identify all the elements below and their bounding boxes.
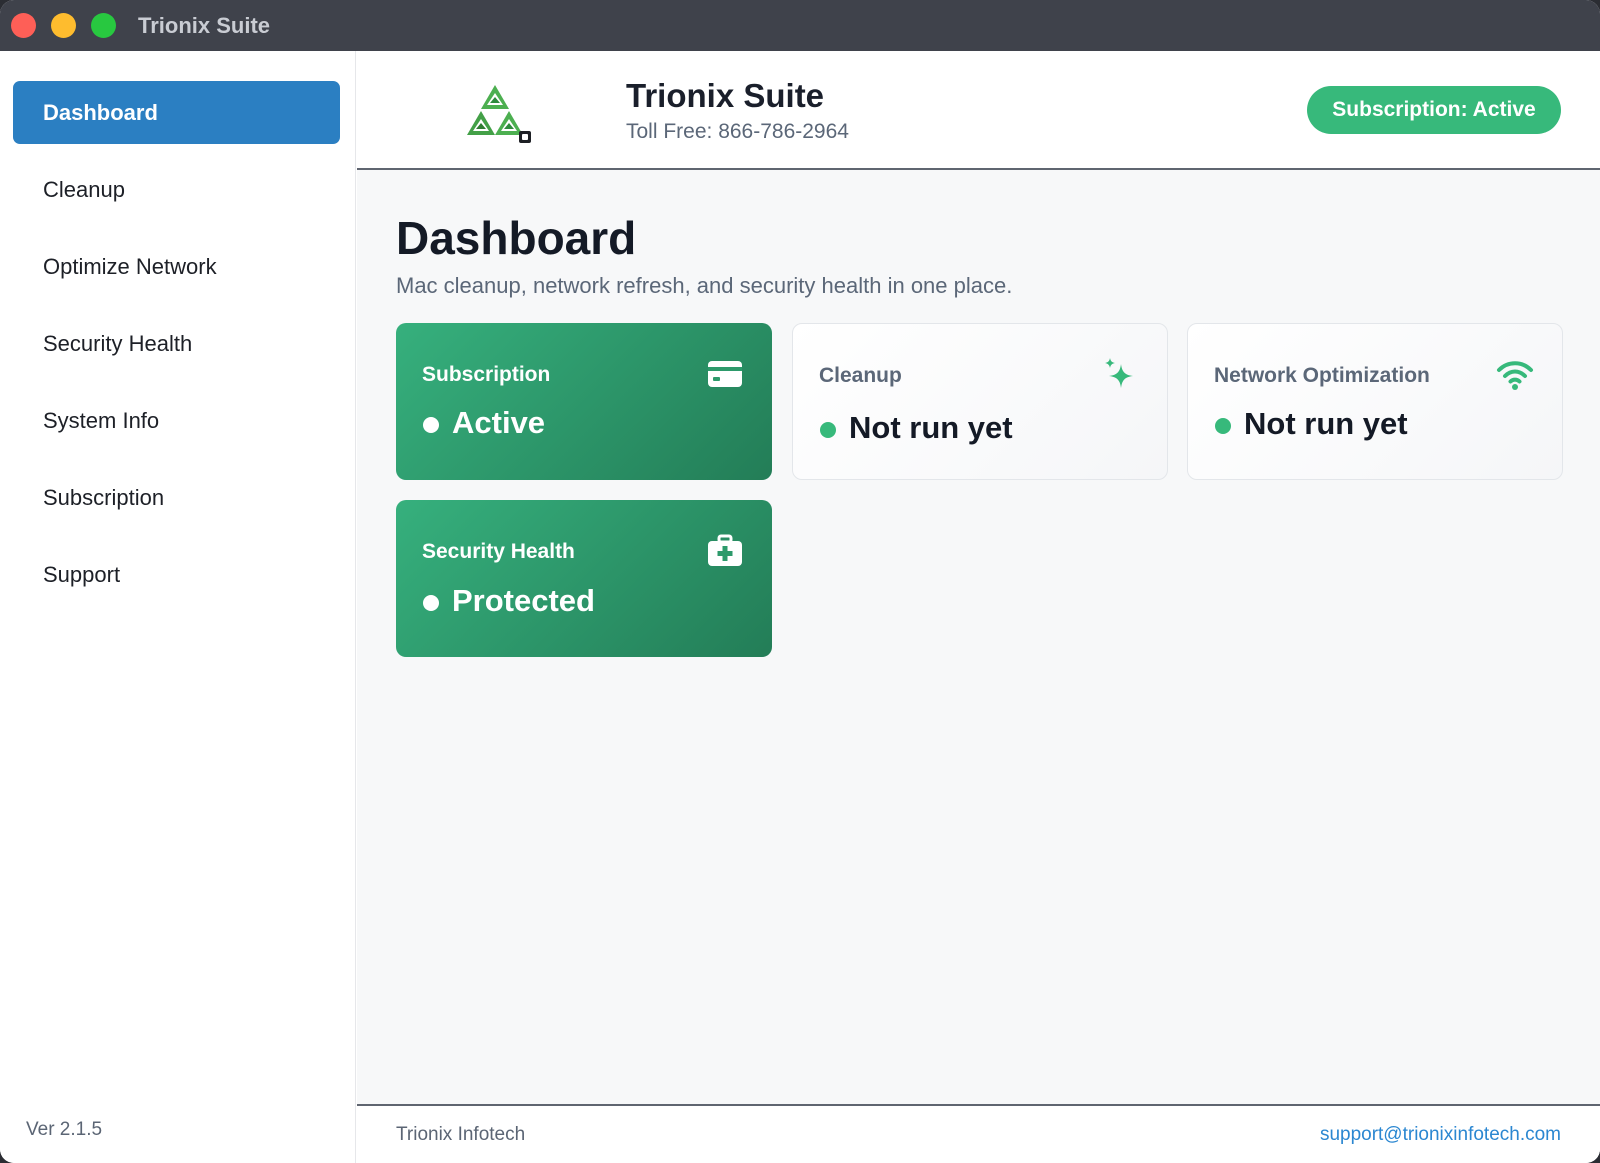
status-dot [1215,418,1231,434]
window-title: Trionix Suite [138,12,271,38]
card-title: Subscription [422,363,551,386]
card-status: Protected [452,583,595,618]
cleanup-card[interactable]: Cleanup Not run yet [792,323,1168,480]
sidebar-item-label: System Info [43,407,160,433]
page-title: Dashboard [396,212,637,264]
sidebar-item-support[interactable]: Support [13,543,340,606]
status-dot [423,595,439,611]
main-content: Trionix Suite Toll Free: 866-786-2964 Su… [357,51,1600,1163]
close-window-button[interactable] [11,13,36,38]
app-footer: Trionix Infotech support@trionixinfotech… [357,1104,1600,1163]
subscription-card[interactable]: Subscription Active [396,323,772,480]
card-title: Cleanup [819,364,902,387]
sidebar-item-security-health[interactable]: Security Health [13,312,340,375]
zoom-window-button[interactable] [91,13,116,38]
credit-card-icon [708,361,742,387]
page-subtitle: Mac cleanup, network refresh, and securi… [396,273,1013,298]
sidebar-item-optimize-network[interactable]: Optimize Network [13,235,340,298]
card-title: Security Health [422,540,575,563]
sidebar-item-label: Dashboard [43,99,158,125]
sparkle-icon [1105,358,1133,388]
triangle-logo-icon [467,85,531,143]
version-label: Ver 2.1.5 [26,1119,103,1140]
sidebar-item-subscription[interactable]: Subscription [13,466,340,529]
network-optimization-card[interactable]: Network Optimization Not run yet [1187,323,1563,480]
card-title: Network Optimization [1214,364,1430,387]
window-controls [11,13,116,38]
support-email-link[interactable]: support@trionixinfotech.com [1320,1124,1561,1146]
subscription-status-badge[interactable]: Subscription: Active [1307,86,1561,134]
footer-company-name: Trionix Infotech [396,1124,526,1145]
app-header: Trionix Suite Toll Free: 866-786-2964 Su… [357,51,1600,170]
status-dot [423,417,439,433]
card-status: Active [452,405,546,440]
brand-name: Trionix Suite [626,77,825,114]
sidebar-item-cleanup[interactable]: Cleanup [13,158,340,221]
card-status: Not run yet [1244,406,1408,441]
sidebar: Dashboard Cleanup Optimize Network Secur… [0,51,356,1163]
sidebar-item-label: Cleanup [43,176,125,202]
sidebar-item-system-info[interactable]: System Info [13,389,340,452]
sidebar-item-label: Subscription [43,484,165,510]
medical-kit-icon [708,534,742,566]
status-dot [820,422,836,438]
minimize-window-button[interactable] [51,13,76,38]
toll-free-number: Toll Free: 866-786-2964 [626,120,849,143]
title-bar: Trionix Suite [0,0,1600,51]
sidebar-nav: Dashboard Cleanup Optimize Network Secur… [0,51,355,606]
card-status: Not run yet [849,410,1013,445]
security-health-card[interactable]: Security Health Protected [396,500,772,657]
sidebar-item-label: Support [43,561,121,587]
sidebar-item-dashboard[interactable]: Dashboard [13,81,340,144]
wifi-icon [1497,361,1533,390]
sidebar-item-label: Security Health [43,330,193,356]
app-window: Trionix Suite Dashboard Cleanup Optimize… [0,0,1600,1163]
sidebar-item-label: Optimize Network [43,253,217,279]
